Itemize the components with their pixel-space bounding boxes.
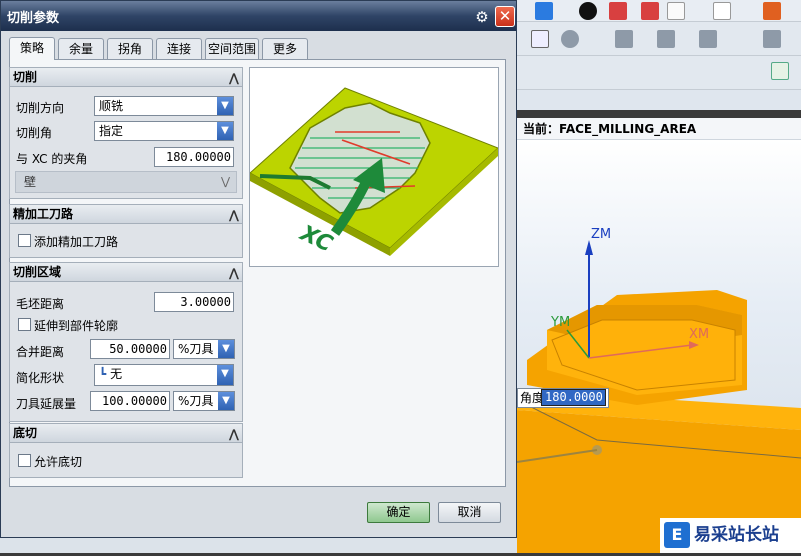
block-red2-icon[interactable] (641, 2, 659, 20)
block-red-icon[interactable] (609, 2, 627, 20)
cut-direction-select[interactable]: 顺铣 ▼ (94, 96, 234, 116)
add-finish-checkbox[interactable] (18, 234, 31, 247)
dialog-title: 切削参数 (7, 11, 60, 26)
simplify-shape-label: 简化形状 (16, 371, 65, 385)
extension-unit-select[interactable]: %刀具 ▼ (173, 391, 235, 411)
group-undercut-title: 底切 (13, 426, 38, 440)
cancel-button[interactable]: 取消 (438, 502, 501, 523)
collapse-icon[interactable]: ⋀ (229, 69, 239, 87)
tab-containment[interactable]: 空间范围 (205, 38, 259, 60)
block-white-icon[interactable] (667, 2, 685, 20)
merge-distance-input[interactable]: 50.00000 (90, 339, 170, 359)
arrow3-icon[interactable] (699, 30, 717, 48)
tab-connections[interactable]: 连接 (156, 38, 202, 60)
group-finish-body: 添加精加工刀路 (9, 224, 243, 258)
tab-strategy[interactable]: 策略 (9, 37, 55, 60)
tab-more[interactable]: 更多 (262, 38, 308, 60)
chevron-down-icon[interactable]: ⋁ (221, 172, 230, 192)
csys-icon[interactable] (763, 2, 781, 20)
tool-extension-input[interactable]: 100.00000 (90, 391, 170, 411)
extend-to-part-label: 延伸到部件轮廓 (34, 319, 119, 333)
arrow2-icon[interactable] (657, 30, 675, 48)
strategy-preview-image: XC (249, 67, 499, 267)
group-undercut-header[interactable]: 底切 ⋀ (9, 423, 243, 443)
wall-label: 壁 (24, 175, 37, 189)
document-icon[interactable] (531, 30, 549, 48)
blank-distance-label: 毛坯距离 (16, 297, 65, 311)
ok-button[interactable]: 确定 (367, 502, 430, 523)
arrow-icon[interactable] (615, 30, 633, 48)
allow-undercut-label: 允许底切 (34, 455, 83, 469)
cad-toolbar-row-3 (517, 56, 801, 90)
dialog-titlebar[interactable]: 切削参数 ⚙ ✕ (1, 1, 516, 31)
group-region-body: 毛坯距离 3.00000 延伸到部件轮廓 合并距离 50.00000 %刀具 ▼… (9, 282, 243, 422)
status-strip (0, 538, 517, 553)
group-region-title: 切削区域 (13, 265, 62, 279)
blank-distance-input[interactable]: 3.00000 (154, 292, 234, 312)
angle-input[interactable]: 180.0000 (541, 389, 606, 406)
cut-direction-label: 切削方向 (16, 101, 65, 115)
axis-ym: YM (550, 315, 570, 330)
close-button[interactable]: ✕ (495, 6, 515, 27)
watermark-text: 易采站长站 (694, 525, 779, 545)
collapse-icon[interactable]: ⋀ (229, 425, 239, 443)
chevron-down-icon[interactable]: ▼ (218, 392, 234, 410)
part-model: ZM YM XM (516, 227, 801, 553)
face-milling-illustration: XC (249, 87, 499, 257)
watermark-logo-icon: E (664, 522, 690, 548)
cut-angle-select[interactable]: 指定 ▼ (94, 121, 234, 141)
watermark: E 易采站长站 (660, 518, 801, 553)
group-region-header[interactable]: 切削区域 ⋀ (9, 262, 243, 282)
allow-undercut-checkbox[interactable] (18, 454, 31, 467)
tool-icon[interactable] (561, 30, 579, 48)
axis-xm: XM (689, 327, 709, 342)
tab-corners[interactable]: 拐角 (107, 38, 153, 60)
collapse-icon[interactable]: ⋀ (229, 206, 239, 224)
group-cut-title: 切削 (13, 70, 38, 84)
add-finish-label: 添加精加工刀路 (34, 235, 119, 249)
sphere-icon[interactable] (579, 2, 597, 20)
xc-angle-input[interactable]: 180.00000 (154, 147, 234, 167)
cube-icon[interactable] (535, 2, 553, 20)
xc-angle-label: 与 XC 的夹角 (16, 152, 88, 166)
cad-toolbar-row-2 (517, 22, 801, 56)
group-undercut-body: 允许底切 (9, 443, 243, 478)
bars-icon[interactable] (763, 30, 781, 48)
cad-toolbar-row-1 (517, 0, 801, 22)
wall-section-row[interactable]: 壁 ⋁ (15, 171, 237, 193)
merge-unit-select[interactable]: %刀具 ▼ (173, 339, 235, 359)
group-cut-header[interactable]: 切削 ⋀ (9, 67, 243, 87)
group-finish-header[interactable]: 精加工刀路 ⋀ (9, 204, 243, 224)
group-cut-body: 切削方向 顺铣 ▼ 切削角 指定 ▼ 与 XC 的夹角 180.00000 壁 … (9, 87, 243, 199)
chevron-down-icon[interactable]: ▼ (218, 340, 234, 358)
collapse-icon[interactable]: ⋀ (229, 264, 239, 282)
axis-zm: ZM (591, 227, 611, 242)
merge-distance-label: 合并距离 (16, 345, 65, 359)
simplify-shape-select[interactable]: ┗ 无 ▼ (94, 364, 234, 386)
cut-params-dialog: 切削参数 ⚙ ✕ 策略 余量 拐角 连接 空间范围 更多 切削 ⋀ 切削方向 顺… (0, 0, 517, 538)
tab-stock[interactable]: 余量 (58, 38, 104, 60)
checkmark-icon[interactable] (771, 62, 789, 80)
extend-to-part-checkbox[interactable] (18, 318, 31, 331)
graphics-viewport[interactable]: ZM YM XM (516, 140, 801, 553)
chevron-down-icon[interactable]: ▼ (217, 97, 233, 115)
chevron-down-icon[interactable]: ▼ (217, 365, 233, 385)
gear-icon[interactable]: ⚙ (472, 7, 492, 27)
chevron-down-icon[interactable]: ▼ (217, 122, 233, 140)
current-operation-bar: 当前：FACE_MILLING_AREA (517, 118, 801, 140)
corner-icon: ┗ (99, 367, 107, 381)
blank-icon[interactable] (713, 2, 731, 20)
tool-extension-label: 刀具延展量 (16, 397, 77, 411)
group-finish-title: 精加工刀路 (13, 207, 74, 221)
cut-angle-label: 切削角 (16, 126, 53, 140)
svg-text:XC: XC (294, 220, 336, 257)
